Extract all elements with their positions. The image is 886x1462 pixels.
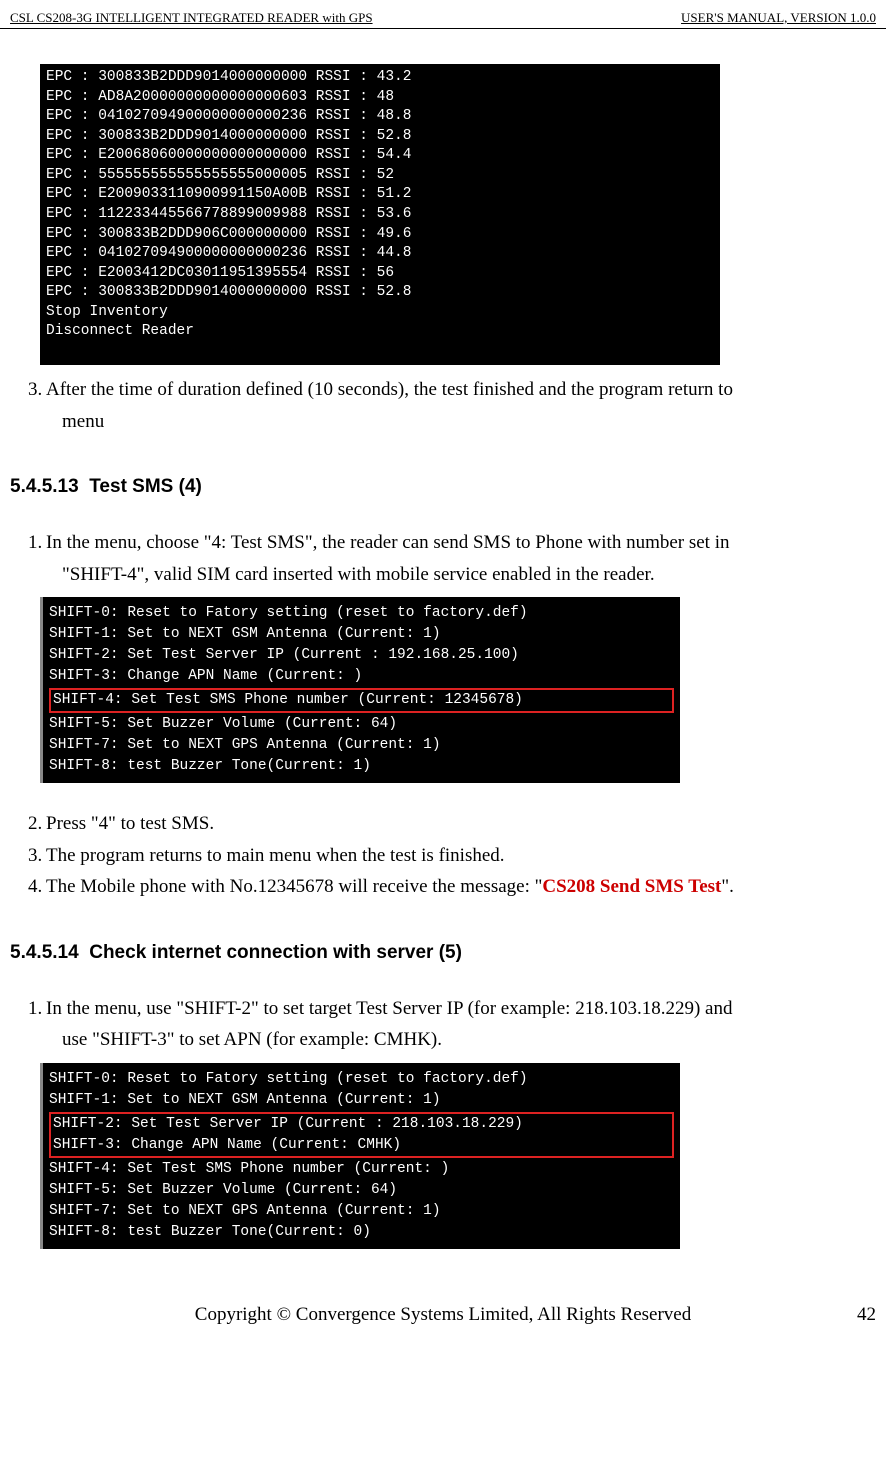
header-left: CSL CS208-3G INTELLIGENT INTEGRATED READ… xyxy=(10,10,373,26)
paragraph-sms-intro: 1.In the menu, choose "4: Test SMS", the… xyxy=(10,528,876,589)
page-header: CSL CS208-3G INTELLIGENT INTEGRATED READ… xyxy=(0,10,886,29)
heading-number: 5.4.5.13 xyxy=(10,476,79,497)
paragraph-after-inventory: 3.After the time of duration defined (10… xyxy=(10,375,876,436)
terminal-shift-menu-net: SHIFT-0: Reset to Fatory setting (reset … xyxy=(40,1063,680,1249)
text: Press "4" to test SMS. xyxy=(46,813,214,834)
page-content: EPC : 300833B2DDD9014000000000 RSSI : 43… xyxy=(0,64,886,1249)
page: CSL CS208-3G INTELLIGENT INTEGRATED READ… xyxy=(0,0,886,1346)
terminal-shift-menu-sms: SHIFT-0: Reset to Fatory setting (reset … xyxy=(40,597,680,783)
heading-check-internet: 5.4.5.14 Check internet connection with … xyxy=(10,942,876,964)
text: menu xyxy=(62,411,104,432)
text: ". xyxy=(721,876,734,897)
text: The Mobile phone with No.12345678 will r… xyxy=(46,876,542,897)
header-right: USER'S MANUAL, VERSION 1.0.0 xyxy=(681,10,876,26)
text: The program returns to main menu when th… xyxy=(46,845,505,866)
heading-title: Test SMS (4) xyxy=(89,476,202,497)
heading-number: 5.4.5.14 xyxy=(10,942,79,963)
text: use "SHIFT-3" to set APN (for example: C… xyxy=(62,1029,442,1050)
paragraph-net-intro: 1.In the menu, use "SHIFT-2" to set targ… xyxy=(10,994,876,1055)
text: In the menu, use "SHIFT-2" to set target… xyxy=(46,998,732,1019)
page-footer: Copyright © Convergence Systems Limited,… xyxy=(0,1304,886,1326)
footer-copyright: Copyright © Convergence Systems Limited,… xyxy=(50,1304,836,1326)
heading-test-sms: 5.4.5.13 Test SMS (4) xyxy=(10,476,876,498)
footer-page-number: 42 xyxy=(836,1304,876,1326)
text: In the menu, choose "4: Test SMS", the r… xyxy=(46,532,730,553)
text: "SHIFT-4", valid SIM card inserted with … xyxy=(62,564,655,585)
heading-title: Check internet connection with server (5… xyxy=(89,942,462,963)
paragraph-sms-steps: 2.Press "4" to test SMS. 3.The program r… xyxy=(10,809,876,901)
text: After the time of duration defined (10 s… xyxy=(46,379,733,400)
text-highlight: CS208 Send SMS Test xyxy=(542,876,721,897)
terminal-output-inventory: EPC : 300833B2DDD9014000000000 RSSI : 43… xyxy=(40,64,720,365)
